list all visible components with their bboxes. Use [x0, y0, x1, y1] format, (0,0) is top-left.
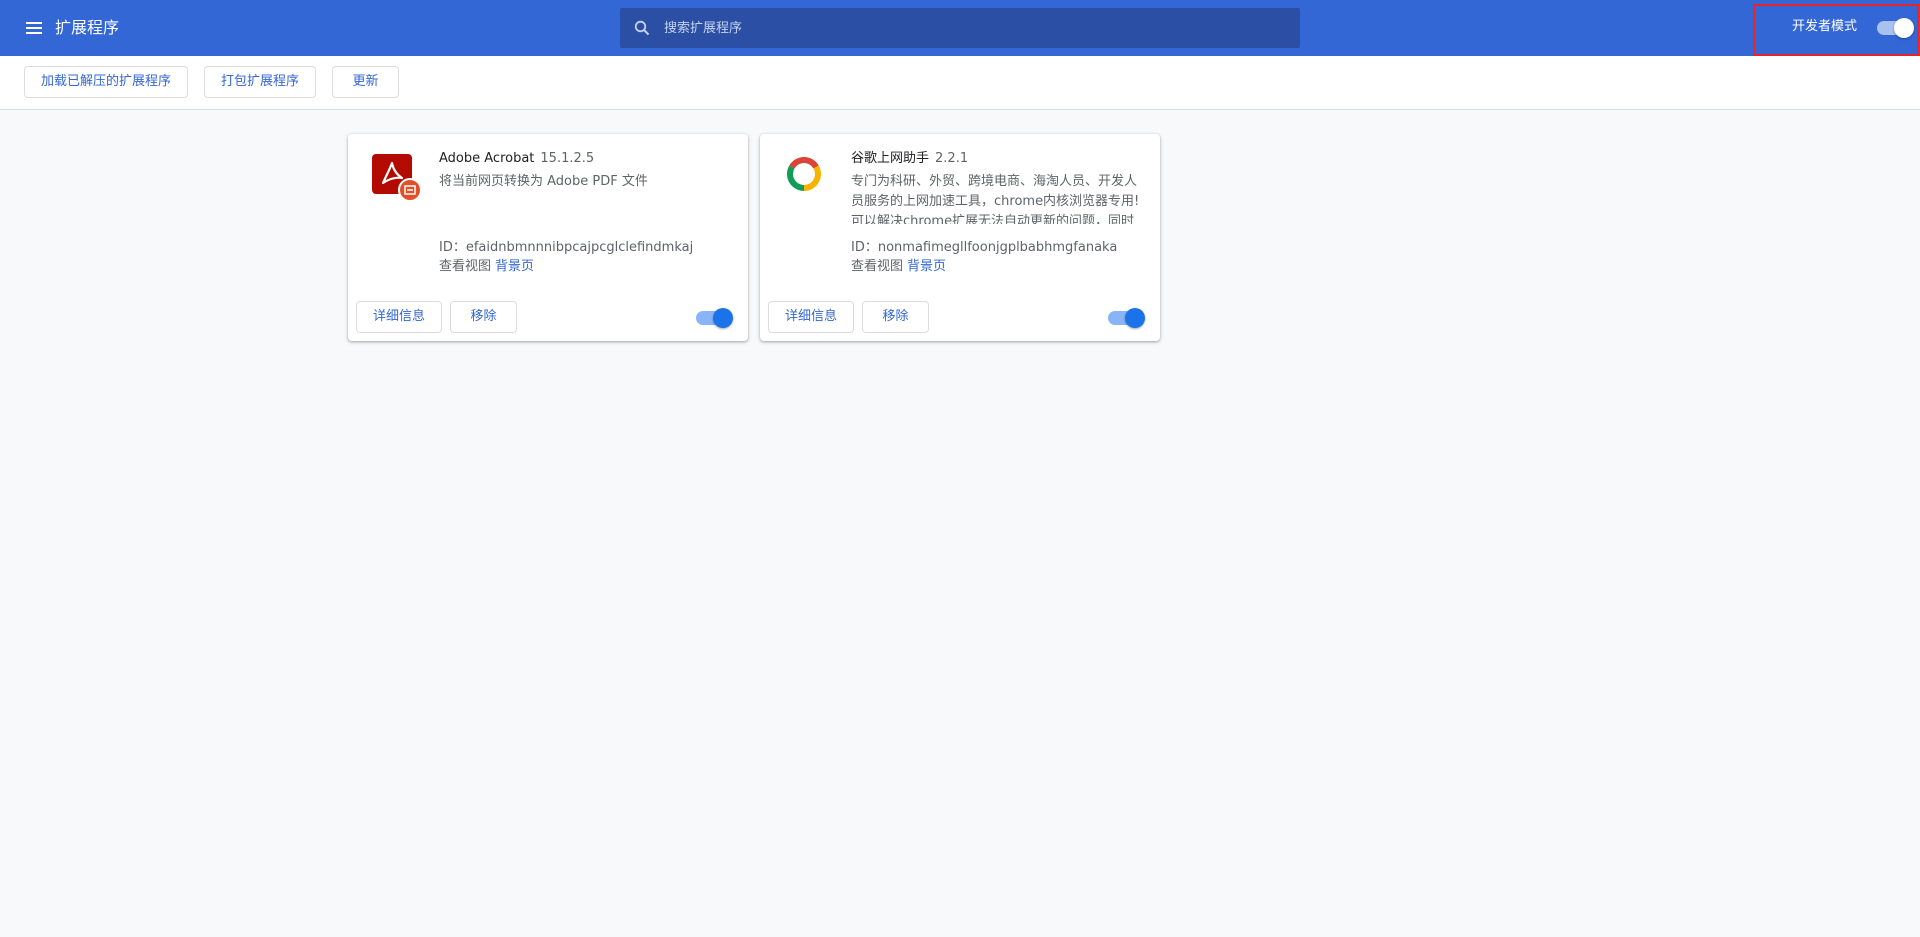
extension-enable-toggle[interactable] [1108, 308, 1145, 328]
search-icon [634, 20, 650, 36]
search-bar[interactable] [620, 8, 1300, 48]
details-button[interactable]: 详细信息 [356, 301, 442, 333]
extension-card: Adobe Acrobat 15.1.2.5 将当前网页转换为 Adobe PDF… [348, 134, 748, 341]
inspect-views: 查看视图 背景页 [851, 258, 946, 276]
extension-version: 15.1.2.5 [540, 151, 595, 166]
google-helper-ring-icon [784, 154, 832, 202]
dev-mode-label: 开发者模式 [1792, 19, 1858, 34]
remove-button[interactable]: 移除 [450, 301, 517, 333]
dev-toolbar: 加载已解压的扩展程序 打包扩展程序 更新 [0, 56, 1920, 110]
load-unpacked-button[interactable]: 加载已解压的扩展程序 [24, 66, 188, 98]
hamburger-menu-icon[interactable] [22, 16, 46, 40]
inspect-views: 查看视图 背景页 [439, 258, 534, 276]
extension-description: 将当前网页转换为 Adobe PDF 文件 [439, 174, 648, 189]
toggle-knob [713, 308, 733, 328]
extension-card: 谷歌上网助手 2.2.1 专门为科研、外贸、跨境电商、海淘人员、开发人员服务的上网… [760, 134, 1160, 341]
remove-button[interactable]: 移除 [862, 301, 929, 333]
dev-mode-toggle[interactable] [1877, 18, 1914, 38]
background-page-link[interactable]: 背景页 [495, 259, 534, 274]
extension-id: ID：nonmafimegllfoonjgplbabhmgfanaka [851, 240, 1118, 255]
extension-name: Adobe Acrobat [439, 151, 535, 166]
toggle-knob [1894, 18, 1914, 38]
page-title: 扩展程序 [55, 18, 120, 37]
update-button[interactable]: 更新 [332, 66, 399, 98]
extension-description: 专门为科研、外贸、跨境电商、海淘人员、开发人员服务的上网加速工具，chrome内… [851, 174, 1140, 224]
extension-version: 2.2.1 [935, 151, 969, 166]
details-button[interactable]: 详细信息 [768, 301, 854, 333]
extension-enable-toggle[interactable] [696, 308, 733, 328]
search-input[interactable] [664, 8, 1284, 48]
top-bar: 扩展程序 开发者模式 [0, 0, 1920, 56]
extension-id: ID：efaidnbmnnnibpcajpcglclefindmkaj [439, 240, 694, 255]
inspect-views-label: 查看视图 [851, 259, 904, 274]
inspect-views-label: 查看视图 [439, 259, 492, 274]
pack-extension-button[interactable]: 打包扩展程序 [204, 66, 316, 98]
extension-name: 谷歌上网助手 [851, 151, 930, 166]
adobe-acrobat-icon [372, 154, 422, 202]
toggle-knob [1125, 308, 1145, 328]
background-page-link[interactable]: 背景页 [907, 259, 946, 274]
